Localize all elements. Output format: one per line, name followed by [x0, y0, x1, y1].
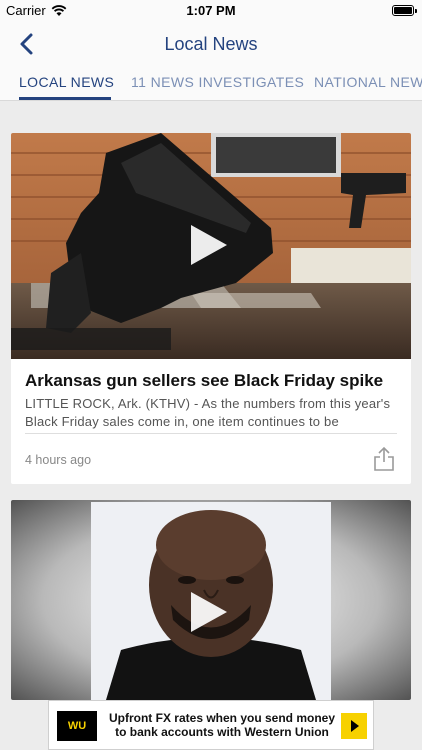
story-card[interactable]: Arkansas gun sellers see Black Friday sp…	[11, 133, 411, 484]
tab-11-news-investigates[interactable]: 11 NEWS INVESTIGATES	[131, 74, 304, 90]
story-video-thumbnail[interactable]	[11, 500, 411, 700]
story-timestamp: 4 hours ago	[25, 453, 92, 467]
ad-banner[interactable]: WU Upfront FX rates when you send money …	[48, 700, 374, 750]
battery-icon	[392, 5, 417, 16]
status-bar: Carrier 1:07 PM	[0, 0, 422, 22]
tab-national-news[interactable]: NATIONAL NEWS	[314, 74, 422, 90]
tab-local-news[interactable]: LOCAL NEWS	[19, 74, 114, 90]
card-divider	[25, 433, 397, 434]
ad-arrow-icon[interactable]	[341, 713, 367, 739]
story-summary: LITTLE ROCK, Ark. (KTHV) - As the number…	[25, 396, 391, 429]
page-title: Local News	[164, 34, 258, 54]
share-icon	[374, 446, 394, 471]
ad-text: Upfront FX rates when you send money to …	[108, 711, 336, 739]
navigation-bar: Local News	[0, 22, 422, 66]
story-card[interactable]	[11, 500, 411, 700]
story-video-thumbnail[interactable]	[11, 133, 411, 359]
play-icon[interactable]	[191, 225, 227, 265]
western-union-logo: WU	[57, 711, 97, 741]
clock: 1:07 PM	[186, 3, 236, 18]
play-icon[interactable]	[191, 592, 227, 632]
story-headline[interactable]: Arkansas gun sellers see Black Friday sp…	[25, 371, 383, 391]
section-tabs: LOCAL NEWS 11 NEWS INVESTIGATES NATIONAL…	[0, 66, 422, 101]
share-button[interactable]	[373, 446, 395, 472]
active-tab-indicator	[19, 97, 111, 100]
